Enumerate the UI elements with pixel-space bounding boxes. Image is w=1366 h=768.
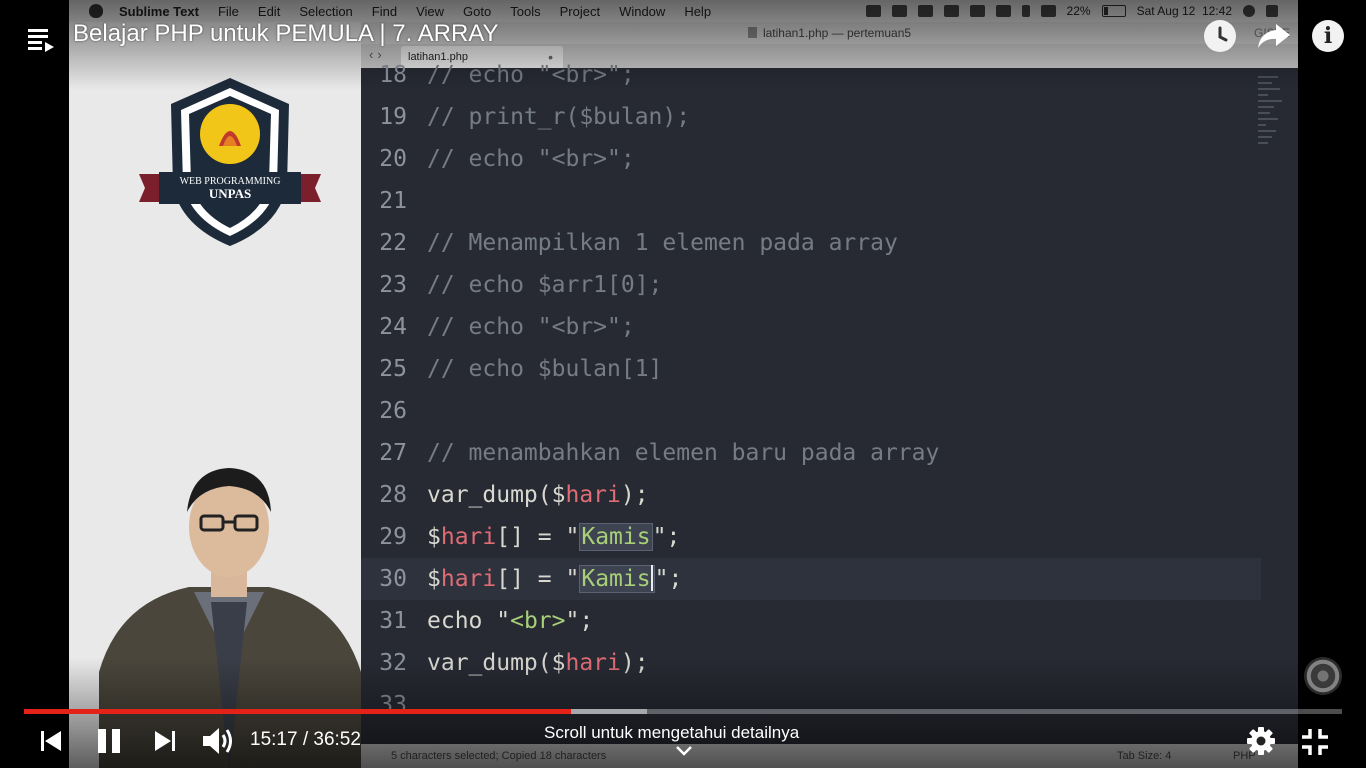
editor-titlebar: latihan1.php — pertemuan5 GISTE bbox=[361, 22, 1298, 44]
menu-find: Find bbox=[371, 3, 398, 19]
presenter-video bbox=[99, 468, 361, 768]
chevron-down-icon[interactable] bbox=[675, 745, 693, 757]
menu-view: View bbox=[416, 3, 445, 19]
code-line: 23// echo $arr1[0]; bbox=[379, 272, 663, 298]
sublime-editor-window: latihan1.php — pertemuan5 GISTE ‹› latih… bbox=[361, 22, 1298, 768]
logo-line2: UNPAS bbox=[209, 186, 251, 201]
menu-edit: Edit bbox=[257, 3, 281, 19]
document-icon bbox=[747, 27, 757, 38]
bluetooth-icon bbox=[1021, 5, 1030, 17]
code-line: 29 $hari[] = "Kamis"; bbox=[379, 523, 681, 551]
notification-list-icon bbox=[1266, 5, 1278, 17]
editor-window-title: latihan1.php — pertemuan5 bbox=[762, 26, 912, 40]
time-display: 15:17 / 36:52 bbox=[250, 729, 361, 750]
unpas-logo: WEB PROGRAMMING UNPAS bbox=[139, 78, 321, 246]
menu-project: Project bbox=[559, 3, 601, 19]
code-line: 26 bbox=[379, 398, 407, 424]
code-line: 18// echo "<br>"; bbox=[379, 62, 635, 88]
code-line: 27// menambahkan elemen baru pada array bbox=[379, 440, 940, 466]
settings-icon[interactable] bbox=[1246, 726, 1276, 756]
menu-selection: Selection bbox=[299, 3, 353, 19]
next-icon[interactable] bbox=[152, 728, 178, 754]
status-icon bbox=[865, 5, 881, 17]
menu-app-name: Sublime Text bbox=[119, 3, 199, 19]
menubar-datetime: Sat Aug 12 12:42 bbox=[1136, 4, 1232, 18]
menubar-status-area: 22% Sat Aug 12 12:42 bbox=[865, 0, 1278, 22]
status-icon bbox=[943, 5, 959, 17]
battery-percent: 22% bbox=[1066, 4, 1091, 18]
pause-icon[interactable] bbox=[95, 727, 123, 755]
menu-tools: Tools bbox=[510, 3, 541, 19]
info-icon[interactable]: i bbox=[1312, 20, 1344, 52]
video-frame[interactable]: Sublime Text File Edit Selection Find Vi… bbox=[69, 0, 1298, 768]
presenter-panel: WEB PROGRAMMING UNPAS bbox=[69, 22, 361, 768]
selected-text: Kamis bbox=[579, 565, 655, 593]
code-line: 21 bbox=[379, 188, 407, 214]
code-line: 31 echo "<br>"; bbox=[379, 608, 594, 634]
share-icon[interactable] bbox=[1256, 20, 1292, 52]
code-line: 32 var_dump($hari); bbox=[379, 650, 649, 676]
editor-minimap bbox=[1258, 76, 1288, 166]
code-line: 33 bbox=[379, 692, 407, 718]
apple-icon bbox=[89, 4, 103, 18]
spotlight-search-icon bbox=[1243, 5, 1255, 17]
scroll-hint-text[interactable]: Scroll untuk mengetahui detailnya bbox=[544, 723, 799, 743]
video-title[interactable]: Belajar PHP untuk PEMULA | 7. ARRAY bbox=[73, 20, 499, 48]
menu-help: Help bbox=[684, 3, 712, 19]
code-line-current: 30 $hari[] = "Kamis "; bbox=[361, 558, 1261, 600]
menu-file: File bbox=[217, 3, 239, 19]
status-icon bbox=[891, 5, 907, 17]
editor-status-tabsize: Tab Size: 4 bbox=[1117, 750, 1172, 762]
text-caret bbox=[650, 565, 653, 591]
wifi-icon bbox=[1040, 5, 1056, 17]
code-line: 20// echo "<br>"; bbox=[379, 146, 635, 172]
code-line: 22// Menampilkan 1 elemen pada array bbox=[379, 230, 898, 256]
code-area: 18// echo "<br>"; 19// print_r($bulan); … bbox=[361, 62, 1298, 736]
watch-later-icon[interactable] bbox=[1204, 20, 1236, 52]
status-icon bbox=[917, 5, 933, 17]
menu-goto: Goto bbox=[463, 3, 492, 19]
code-line: 28 var_dump($hari); bbox=[379, 482, 649, 508]
volume-icon[interactable] bbox=[201, 725, 235, 757]
channel-watermark[interactable] bbox=[1304, 657, 1342, 695]
exit-fullscreen-icon[interactable] bbox=[1300, 727, 1330, 757]
clock-icon bbox=[1218, 26, 1228, 42]
previous-icon[interactable] bbox=[38, 728, 64, 754]
mac-menubar: Sublime Text File Edit Selection Find Vi… bbox=[69, 0, 1298, 22]
battery-icon bbox=[1101, 5, 1126, 17]
selected-text: Kamis bbox=[579, 523, 653, 551]
code-line: 19// print_r($bulan); bbox=[379, 104, 691, 130]
code-line: 24// echo "<br>"; bbox=[379, 314, 635, 340]
menu-window: Window bbox=[619, 3, 666, 19]
editor-statusbar: 5 characters selected; Copied 18 charact… bbox=[361, 744, 1298, 768]
editor-status-selection: 5 characters selected; Copied 18 charact… bbox=[391, 750, 607, 762]
status-icon bbox=[995, 5, 1011, 17]
progress-bar[interactable] bbox=[24, 709, 1342, 714]
code-line: 25// echo $bulan[1] bbox=[379, 356, 663, 382]
dropbox-icon bbox=[969, 5, 985, 17]
progress-played bbox=[24, 709, 571, 714]
playlist-icon[interactable] bbox=[26, 24, 56, 54]
